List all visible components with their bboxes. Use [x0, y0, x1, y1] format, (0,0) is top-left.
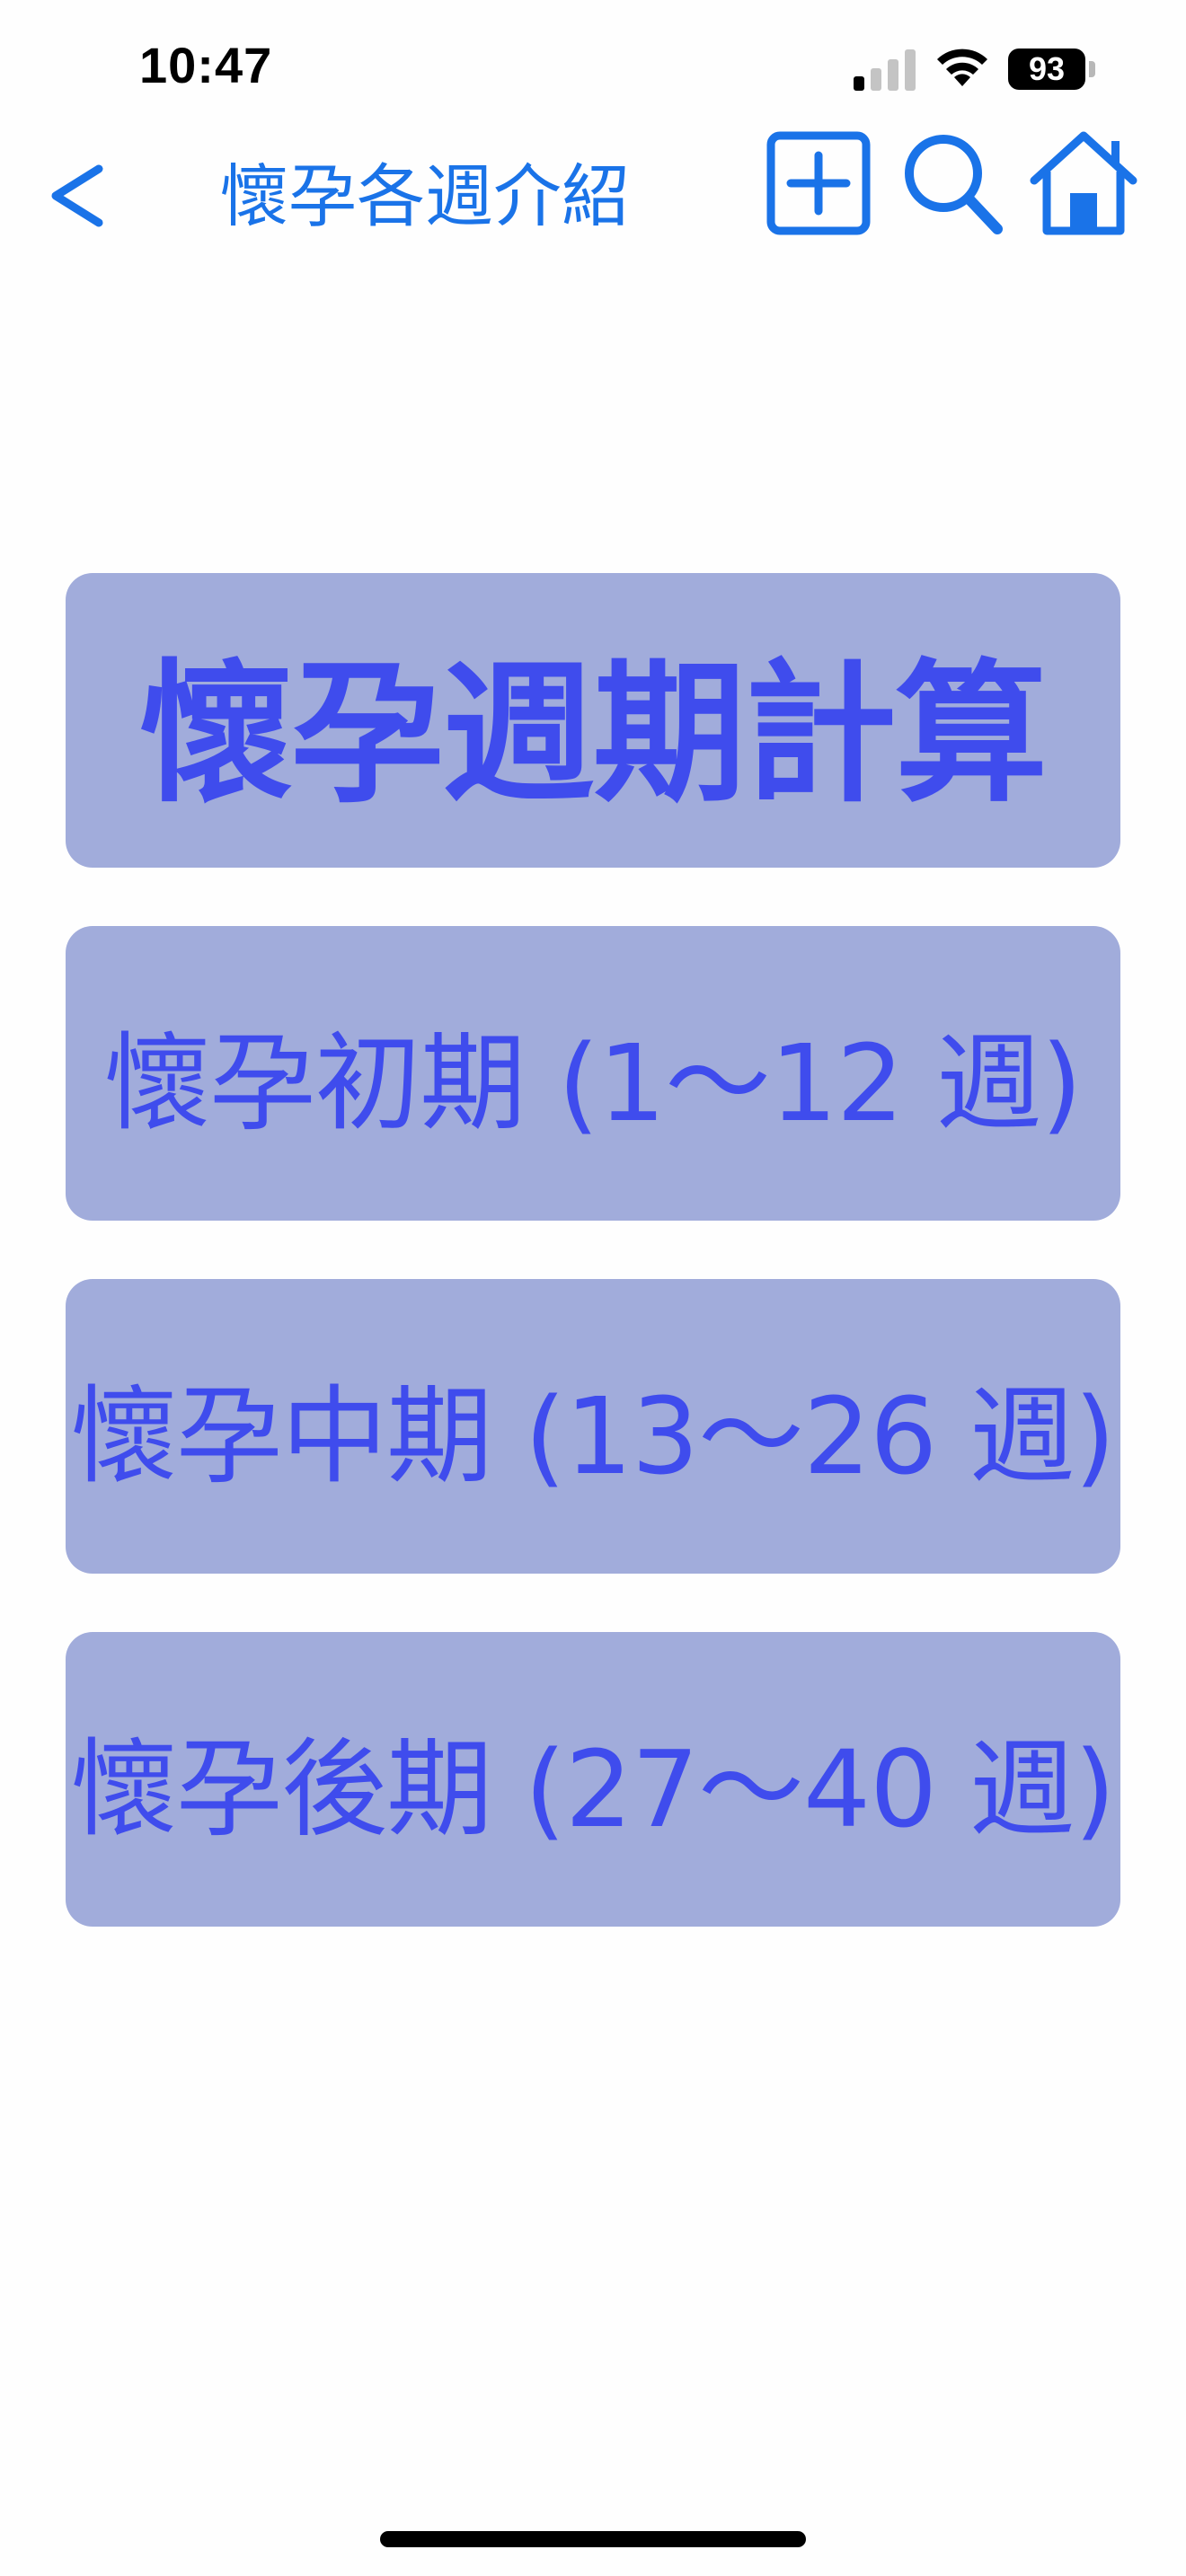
back-chevron-icon[interactable] [36, 144, 126, 234]
week-menu: 懷孕週期計算 懷孕初期 (1～12 週) 懷孕中期 (13～26 週) 懷孕後期… [66, 573, 1120, 1927]
status-time: 10:47 [139, 37, 273, 93]
first-trimester-button[interactable]: 懷孕初期 (1～12 週) [66, 926, 1120, 1221]
battery-level: 93 [1008, 49, 1085, 90]
third-trimester-button[interactable]: 懷孕後期 (27～40 週) [66, 1632, 1120, 1927]
home-indicator[interactable] [380, 2531, 806, 2547]
status-bar: 10:47 93 [0, 0, 1186, 135]
signal-icon [854, 49, 916, 91]
wifi-icon [937, 49, 987, 86]
page-title: 懷孕各週介紹 [220, 156, 630, 236]
navigation-bar: 懷孕各週介紹 [0, 126, 1186, 243]
battery-icon: 93 [1008, 49, 1098, 90]
search-icon[interactable] [898, 128, 1008, 238]
second-trimester-button[interactable]: 懷孕中期 (13～26 週) [66, 1279, 1120, 1574]
add-icon[interactable] [764, 128, 873, 238]
battery-tip [1089, 61, 1095, 77]
app-screen: 10:47 93 懷孕各週介紹 懷孕週期計算 懷孕初期 (1～12 週) 懷孕中… [0, 0, 1186, 2576]
home-icon[interactable] [1029, 128, 1138, 238]
pregnancy-week-calculator-button[interactable]: 懷孕週期計算 [66, 573, 1120, 868]
